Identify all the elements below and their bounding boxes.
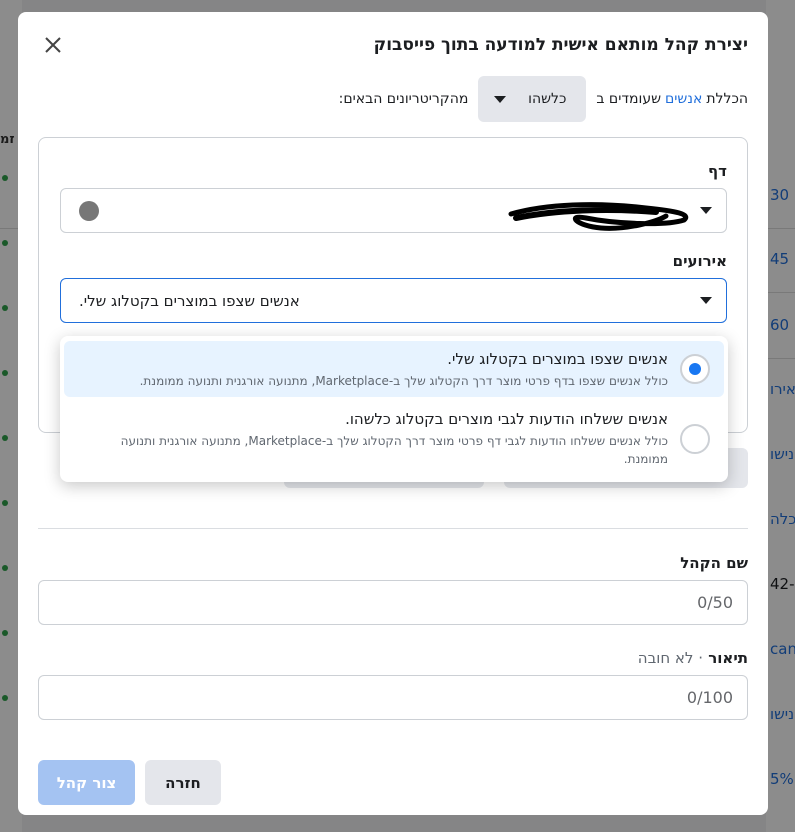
description-counter: 0/100	[686, 688, 733, 707]
description-input[interactable]: 0/100	[38, 675, 748, 720]
events-label: אירועים	[672, 252, 727, 270]
optional-text: · לא חובה	[637, 649, 703, 667]
page-avatar	[79, 200, 99, 221]
dialog-title: יצירת קהל מותאם אישית למודעה בתוך פייסבו…	[373, 35, 748, 55]
include-suffix: מהקריטריונים הבאים:	[338, 91, 469, 107]
include-middle: שעומדים ב	[596, 91, 662, 107]
page-select[interactable]	[60, 188, 727, 233]
audience-name-counter: 0/50	[697, 593, 733, 612]
radio-unselected-icon[interactable]	[680, 424, 710, 454]
caret-down-icon	[494, 95, 507, 103]
people-link[interactable]: אנשים	[665, 91, 702, 107]
create-audience-button[interactable]: צור קהל	[38, 760, 135, 805]
option-description: כולל אנשים שצפו בדף פרטי מוצר דרך הקטלוג…	[139, 374, 668, 388]
include-rule-row: הכללת אנשים שעומדים ב כלשהו מהקריטריונים…	[339, 76, 748, 122]
option-title: אנשים שצפו במוצרים בקטלוג שלי.	[447, 350, 668, 368]
section-divider	[38, 528, 748, 529]
audience-name-label: שם הקהל	[680, 554, 748, 572]
description-label-text: תיאור	[708, 649, 748, 667]
menu-option-messaged-products[interactable]: אנשים ששלחו הודעות לגבי מוצרים בקטלוג כל…	[64, 404, 724, 476]
option-description: כולל אנשים ששלחו הודעות לגבי דף פרטי מוצ…	[120, 434, 668, 466]
events-dropdown-menu: אנשים שצפו במוצרים בקטלוג שלי. כולל אנשי…	[60, 336, 728, 482]
close-button[interactable]	[40, 32, 66, 58]
radio-selected-icon[interactable]	[680, 354, 710, 384]
description-label: תיאור · לא חובה	[638, 649, 748, 667]
redacted-scribble	[508, 202, 689, 231]
page-label: דף	[708, 162, 727, 180]
events-select[interactable]: אנשים שצפו במוצרים בקטלוג שלי.	[60, 278, 727, 323]
menu-option-viewed-products[interactable]: אנשים שצפו במוצרים בקטלוג שלי. כולל אנשי…	[64, 341, 724, 397]
events-select-value: אנשים שצפו במוצרים בקטלוג שלי.	[79, 291, 300, 310]
back-button[interactable]: חזרה	[145, 760, 221, 805]
match-any-dropdown[interactable]: כלשהו	[478, 76, 587, 122]
caret-down-icon	[700, 297, 712, 304]
match-any-label: כלשהו	[528, 91, 567, 107]
include-prefix: הכללת	[706, 91, 748, 107]
caret-down-icon	[700, 207, 712, 214]
close-icon	[45, 37, 61, 53]
option-title: אנשים ששלחו הודעות לגבי מוצרים בקטלוג כל…	[345, 410, 668, 428]
audience-name-input[interactable]: 0/50	[38, 580, 748, 625]
